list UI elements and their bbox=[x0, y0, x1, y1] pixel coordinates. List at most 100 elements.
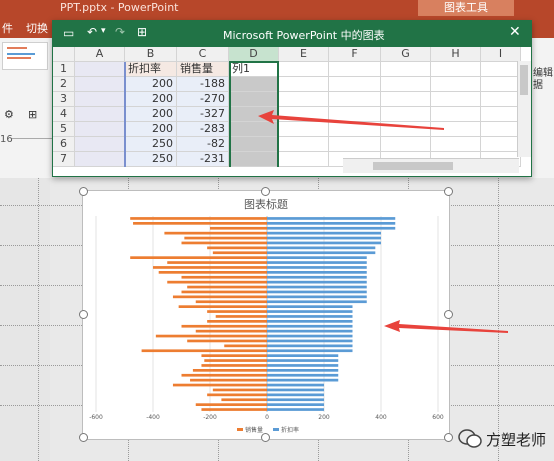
cell[interactable] bbox=[481, 122, 521, 137]
cell[interactable] bbox=[481, 62, 521, 77]
edit-data-button[interactable]: 编辑 据 bbox=[533, 68, 553, 92]
bar-discount[interactable] bbox=[267, 315, 353, 318]
cell[interactable] bbox=[279, 92, 329, 107]
bar-sales[interactable] bbox=[178, 305, 267, 308]
bar-discount[interactable] bbox=[267, 364, 339, 367]
bar-sales[interactable] bbox=[133, 222, 267, 225]
bar-sales[interactable] bbox=[207, 246, 267, 250]
tab-file[interactable]: 件 bbox=[2, 20, 13, 36]
cell[interactable] bbox=[431, 77, 481, 92]
row-header-5[interactable]: 5 bbox=[53, 122, 75, 137]
bar-sales[interactable] bbox=[184, 236, 267, 240]
chart-title[interactable]: 图表标题 bbox=[244, 197, 288, 211]
cell-a7[interactable] bbox=[75, 152, 125, 167]
bar-discount[interactable] bbox=[267, 354, 339, 357]
cell[interactable] bbox=[381, 137, 431, 152]
legend-label[interactable]: 折扣率 bbox=[281, 426, 299, 434]
bar-discount[interactable] bbox=[267, 217, 396, 220]
cell[interactable] bbox=[481, 137, 521, 152]
bar-discount[interactable] bbox=[267, 290, 367, 294]
cell[interactable] bbox=[279, 137, 329, 152]
bar-chart[interactable]: 图表标题 -600 -400 -200 0 200 400 600 销售量 折扣率 bbox=[82, 190, 450, 440]
bar-discount[interactable] bbox=[267, 222, 396, 225]
close-icon[interactable]: ✕ bbox=[509, 24, 521, 40]
column-header-i[interactable]: I bbox=[481, 47, 521, 62]
cell[interactable] bbox=[381, 77, 431, 92]
row-header-3[interactable]: 3 bbox=[53, 92, 75, 107]
bar-sales[interactable] bbox=[181, 241, 268, 245]
bar-discount[interactable] bbox=[267, 388, 324, 392]
resize-handle[interactable] bbox=[444, 187, 453, 196]
bar-discount[interactable] bbox=[267, 408, 324, 411]
bar-sales[interactable] bbox=[210, 226, 267, 230]
bar-discount[interactable] bbox=[267, 334, 353, 338]
bar-sales[interactable] bbox=[224, 344, 267, 348]
bar-sales[interactable] bbox=[207, 393, 267, 397]
bar-discount[interactable] bbox=[267, 305, 353, 308]
bar-sales[interactable] bbox=[155, 334, 267, 338]
bar-discount[interactable] bbox=[267, 246, 376, 250]
bar-discount[interactable] bbox=[267, 369, 339, 372]
bar-discount[interactable] bbox=[267, 398, 324, 402]
cell-a6[interactable] bbox=[75, 137, 125, 152]
cell-a4[interactable] bbox=[75, 107, 125, 122]
horizontal-scrollbar[interactable] bbox=[343, 158, 519, 173]
resize-handle[interactable] bbox=[444, 310, 453, 319]
bar-discount[interactable] bbox=[267, 324, 353, 328]
bar-sales[interactable] bbox=[187, 339, 267, 343]
resize-handle[interactable] bbox=[79, 187, 88, 196]
bar-discount[interactable] bbox=[267, 295, 367, 299]
resize-handle[interactable] bbox=[261, 187, 270, 196]
edit-in-excel-icon[interactable]: ⊞ bbox=[137, 25, 147, 39]
bar-discount[interactable] bbox=[267, 285, 367, 289]
column-header-f[interactable]: F bbox=[329, 47, 381, 62]
column-header-g[interactable]: G bbox=[381, 47, 431, 62]
bar-discount[interactable] bbox=[267, 256, 367, 259]
cell[interactable] bbox=[381, 62, 431, 77]
cell-a1[interactable] bbox=[75, 62, 125, 77]
cell-a2[interactable] bbox=[75, 77, 125, 92]
ribbon-icon-1[interactable]: ⚙ bbox=[4, 108, 14, 121]
cell[interactable] bbox=[279, 152, 329, 167]
bar-sales[interactable] bbox=[195, 300, 267, 304]
resize-handle[interactable] bbox=[79, 433, 88, 442]
column-header-c[interactable]: C bbox=[177, 47, 229, 62]
row-header-1[interactable]: 1 bbox=[53, 62, 75, 77]
ribbon-icon-2[interactable]: ⊞ bbox=[28, 108, 37, 121]
bar-sales[interactable] bbox=[153, 266, 267, 269]
redo-icon[interactable]: ↷ bbox=[115, 25, 125, 39]
vertical-scrollbar[interactable] bbox=[517, 61, 531, 157]
bar-sales[interactable] bbox=[181, 373, 268, 377]
cell[interactable] bbox=[329, 137, 381, 152]
cell[interactable] bbox=[381, 92, 431, 107]
bar-sales[interactable] bbox=[215, 315, 267, 318]
bar-discount[interactable] bbox=[267, 236, 381, 240]
cell[interactable] bbox=[431, 62, 481, 77]
bar-sales[interactable] bbox=[192, 369, 267, 372]
bar-discount[interactable] bbox=[267, 383, 324, 387]
bar-sales[interactable] bbox=[141, 349, 267, 353]
bar-sales[interactable] bbox=[204, 359, 267, 362]
row-header-7[interactable]: 7 bbox=[53, 152, 75, 167]
bar-discount[interactable] bbox=[267, 378, 339, 382]
bar-discount[interactable] bbox=[267, 251, 376, 255]
row-header-4[interactable]: 4 bbox=[53, 107, 75, 122]
bar-discount[interactable] bbox=[267, 359, 339, 362]
cell[interactable] bbox=[279, 77, 329, 92]
bar-sales[interactable] bbox=[221, 398, 267, 402]
tab-transitions[interactable]: 切换 bbox=[26, 20, 48, 36]
cell[interactable] bbox=[431, 137, 481, 152]
bar-discount[interactable] bbox=[267, 403, 324, 406]
save-icon[interactable]: ▭ bbox=[63, 26, 74, 40]
resize-handle[interactable] bbox=[444, 433, 453, 442]
bar-discount[interactable] bbox=[267, 344, 353, 348]
bar-sales[interactable] bbox=[195, 329, 267, 333]
bar-sales[interactable] bbox=[195, 403, 267, 406]
bar-sales[interactable] bbox=[201, 354, 267, 357]
bar-discount[interactable] bbox=[267, 349, 353, 353]
column-header-d[interactable]: D bbox=[229, 47, 279, 62]
cell[interactable] bbox=[481, 77, 521, 92]
bar-discount[interactable] bbox=[267, 226, 396, 230]
bar-sales[interactable] bbox=[207, 320, 267, 323]
cell-a3[interactable] bbox=[75, 92, 125, 107]
